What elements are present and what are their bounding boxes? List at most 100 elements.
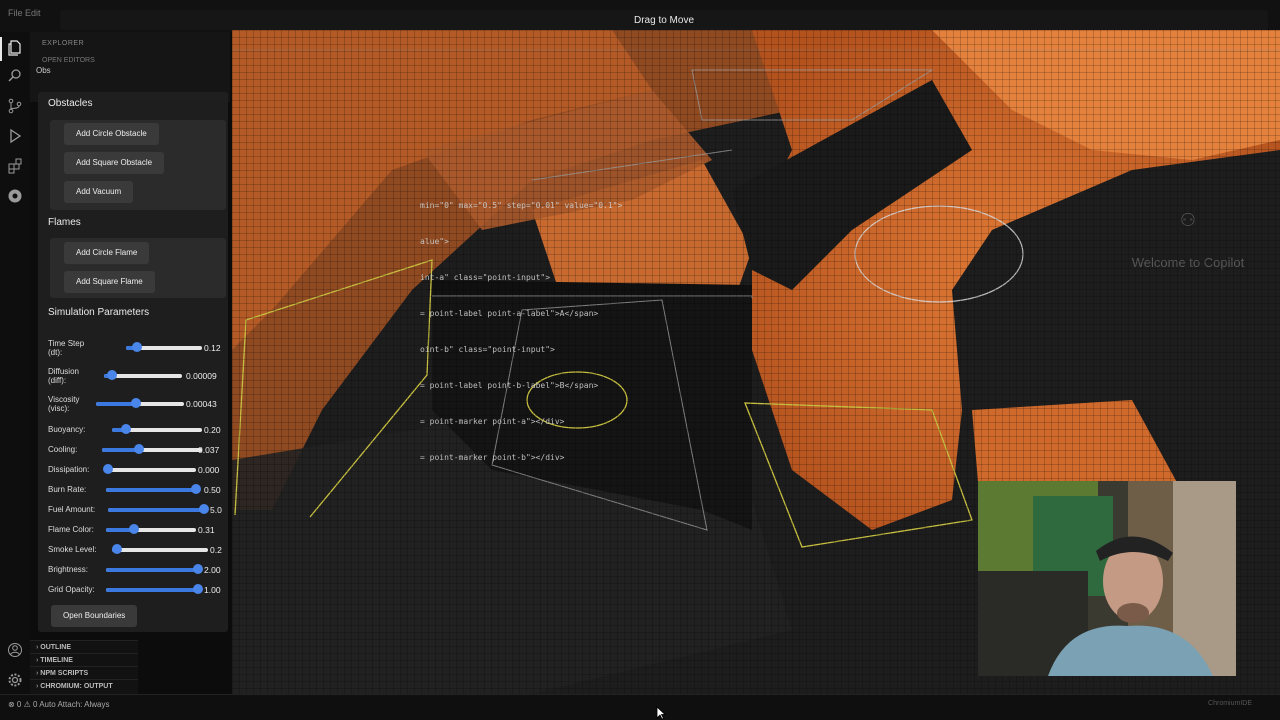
parameter-slider[interactable]	[104, 370, 182, 380]
webcam-overlay	[978, 481, 1236, 676]
parameter-label: Diffusion (diff):	[48, 367, 79, 385]
parameter-slider[interactable]	[108, 504, 209, 514]
copilot-welcome: ⚇ Welcome to Copilot	[1118, 210, 1258, 270]
flames-section: Add Circle Flame Add Square Flame	[50, 238, 226, 298]
obstacles-section: Add Circle Obstacle Add Square Obstacle …	[50, 120, 226, 210]
slider-fill	[106, 568, 198, 572]
code-line: = point-marker point-b"></div>	[420, 453, 565, 462]
parameter-label: Grid Opacity:	[48, 585, 95, 594]
slider-fill	[106, 488, 196, 492]
parameter-slider[interactable]	[111, 544, 208, 554]
control-panel: Obstacles Add Circle Obstacle Add Square…	[38, 92, 228, 632]
open-boundaries-button[interactable]: Open Boundaries	[51, 605, 138, 627]
timeline-panel[interactable]: TIMELINE	[30, 653, 138, 666]
status-left[interactable]: ⊗ 0 ⚠ 0 Auto Attach: Always	[8, 700, 109, 709]
parameter-value: 1.00	[204, 585, 221, 595]
slider-thumb[interactable]	[193, 584, 203, 594]
parameter-slider[interactable]	[102, 444, 202, 454]
obs-label: Obs	[36, 66, 51, 75]
copilot-icon: ⚇	[1179, 210, 1197, 230]
code-overlay: min="0" max="0.5" step="0.01" value="0.1…	[420, 176, 622, 476]
menu-bar[interactable]: File Edit	[8, 8, 41, 18]
extensions-icon[interactable]	[6, 158, 24, 176]
slider-thumb[interactable]	[193, 564, 203, 574]
simulation-parameters-heading: Simulation Parameters	[48, 307, 150, 318]
parameter-slider[interactable]	[106, 584, 203, 594]
code-line: = point-label point-b-label">B</span>	[420, 381, 599, 390]
parameter-label: Buoyancy:	[48, 425, 86, 434]
parameter-label: Viscosity (visc):	[48, 395, 80, 413]
parameter-label: Smoke Level:	[48, 545, 97, 554]
search-icon[interactable]	[6, 68, 24, 86]
add-circle-obstacle-button[interactable]: Add Circle Obstacle	[64, 123, 159, 145]
drag-label: Drag to Move	[633, 14, 695, 26]
slider-thumb[interactable]	[199, 504, 209, 514]
parameter-label: Time Step (dt):	[48, 339, 85, 357]
chromium-output-panel[interactable]: CHROMIUM: OUTPUT DIRECT...	[30, 679, 138, 703]
parameter-slider[interactable]	[103, 464, 196, 474]
status-bar: ⊗ 0 ⚠ 0 Auto Attach: Always ChromiumIDE	[0, 694, 1280, 720]
drag-handle[interactable]: Drag to Move	[60, 10, 1268, 30]
parameter-value: 0.00043	[186, 399, 217, 409]
parameter-row: Cooling: 0.037	[48, 442, 224, 458]
slider-thumb[interactable]	[130, 398, 141, 408]
slider-thumb[interactable]	[106, 370, 117, 380]
slider-thumb[interactable]	[134, 444, 144, 454]
add-square-flame-button[interactable]: Add Square Flame	[64, 271, 155, 293]
code-line: int-a" class="point-input">	[420, 273, 551, 282]
parameter-row: Time Step (dt): 0.12	[48, 339, 224, 357]
run-debug-icon[interactable]	[6, 128, 24, 146]
outline-panel[interactable]: OUTLINE	[30, 640, 138, 653]
add-square-obstacle-button[interactable]: Add Square Obstacle	[64, 152, 165, 174]
npm-scripts-panel[interactable]: NPM SCRIPTS	[30, 666, 138, 679]
title-bar: File Edit Drag to Move	[0, 0, 1280, 32]
parameter-value: 5.0	[210, 505, 222, 515]
webcam-image	[978, 481, 1236, 676]
explorer-footer: OUTLINE TIMELINE NPM SCRIPTS CHROMIUM: O…	[30, 640, 138, 703]
slider-thumb[interactable]	[111, 544, 122, 554]
parameter-value: 0.037	[198, 445, 220, 455]
explorer-title: EXPLORER	[42, 40, 85, 47]
slider-thumb[interactable]	[132, 342, 143, 352]
copilot-title: Welcome to Copilot	[1131, 255, 1245, 270]
parameter-value: 0.20	[204, 425, 221, 435]
parameter-label: Cooling:	[48, 445, 78, 454]
slider-thumb[interactable]	[103, 464, 113, 474]
chrome-icon[interactable]	[6, 188, 24, 206]
parameter-row: Fuel Amount: 5.0	[48, 502, 224, 518]
open-editors-label[interactable]: OPEN EDITORS	[42, 57, 95, 64]
mouse-cursor-icon	[656, 706, 666, 720]
parameter-slider[interactable]	[106, 564, 203, 574]
parameter-slider[interactable]	[106, 524, 196, 534]
parameter-label: Brightness:	[48, 565, 89, 574]
parameter-slider[interactable]	[106, 484, 201, 494]
parameter-value: 0.12	[204, 343, 221, 353]
files-icon[interactable]	[0, 37, 24, 61]
add-circle-flame-button[interactable]: Add Circle Flame	[64, 242, 150, 264]
code-line: alue">	[420, 237, 449, 246]
parameter-slider[interactable]	[112, 424, 202, 434]
gear-icon[interactable]	[6, 672, 24, 690]
status-right[interactable]: ChromiumIDE	[1208, 700, 1252, 707]
parameter-label: Burn Rate:	[48, 485, 87, 494]
slider-fill	[106, 588, 198, 592]
parameter-value: 0.2	[210, 545, 222, 555]
slider-thumb[interactable]	[120, 424, 131, 434]
flames-heading: Flames	[48, 217, 81, 228]
slider-thumb[interactable]	[191, 484, 201, 494]
obstacles-heading: Obstacles	[48, 98, 93, 109]
code-line: = point-label point-a-label">A</span>	[420, 309, 599, 318]
slider-thumb[interactable]	[128, 524, 139, 534]
parameter-value: 0.000	[198, 465, 220, 475]
parameter-slider[interactable]	[126, 342, 202, 352]
parameter-row: Viscosity (visc): 0.00043	[48, 395, 224, 413]
parameter-label: Flame Color:	[48, 525, 94, 534]
add-vacuum-button[interactable]: Add Vacuum	[64, 181, 134, 203]
parameter-label: Fuel Amount:	[48, 505, 96, 514]
source-control-icon[interactable]	[6, 98, 24, 116]
parameter-row: Flame Color: 0.31	[48, 522, 224, 538]
account-icon[interactable]	[6, 642, 24, 660]
parameter-value: 0.31	[198, 525, 215, 535]
parameter-row: Burn Rate: 0.50	[48, 482, 224, 498]
parameter-slider[interactable]	[96, 398, 184, 408]
